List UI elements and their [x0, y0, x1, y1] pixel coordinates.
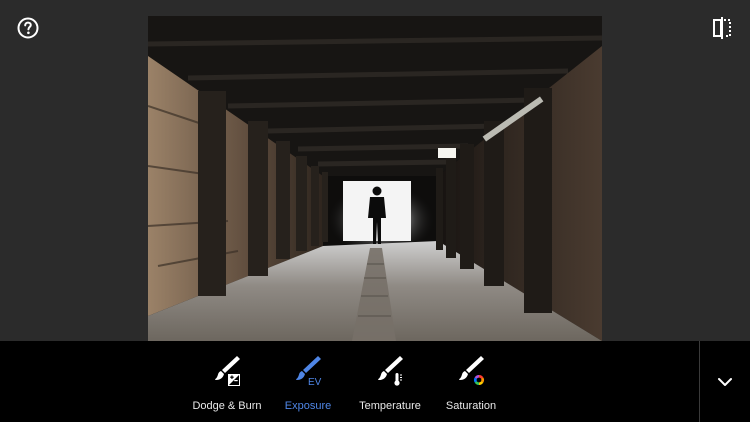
collapse-button[interactable] — [700, 341, 750, 422]
tool-saturation[interactable]: Saturation — [416, 341, 526, 422]
brush-temperature-icon — [378, 356, 403, 386]
help-circle-icon — [17, 17, 39, 39]
editor-screen: Dodge & Burn EV Exposure Temperature Sat… — [0, 0, 750, 422]
tunnel-photo — [148, 16, 602, 341]
help-button[interactable] — [14, 14, 42, 42]
tool-label: Saturation — [445, 400, 497, 412]
brush-dodge-burn-icon — [215, 356, 240, 386]
compare-split-icon — [713, 17, 731, 39]
brush-saturation-icon — [459, 356, 484, 385]
bottom-toolbar: Dodge & Burn EV Exposure Temperature Sat… — [0, 341, 750, 422]
chevron-down-icon — [718, 377, 732, 386]
compare-button[interactable] — [708, 14, 736, 42]
brush-tool-list: Dodge & Burn EV Exposure Temperature Sat… — [0, 341, 699, 422]
exposure-badge: EV — [308, 377, 322, 387]
brush-exposure-icon: EV — [296, 356, 322, 387]
